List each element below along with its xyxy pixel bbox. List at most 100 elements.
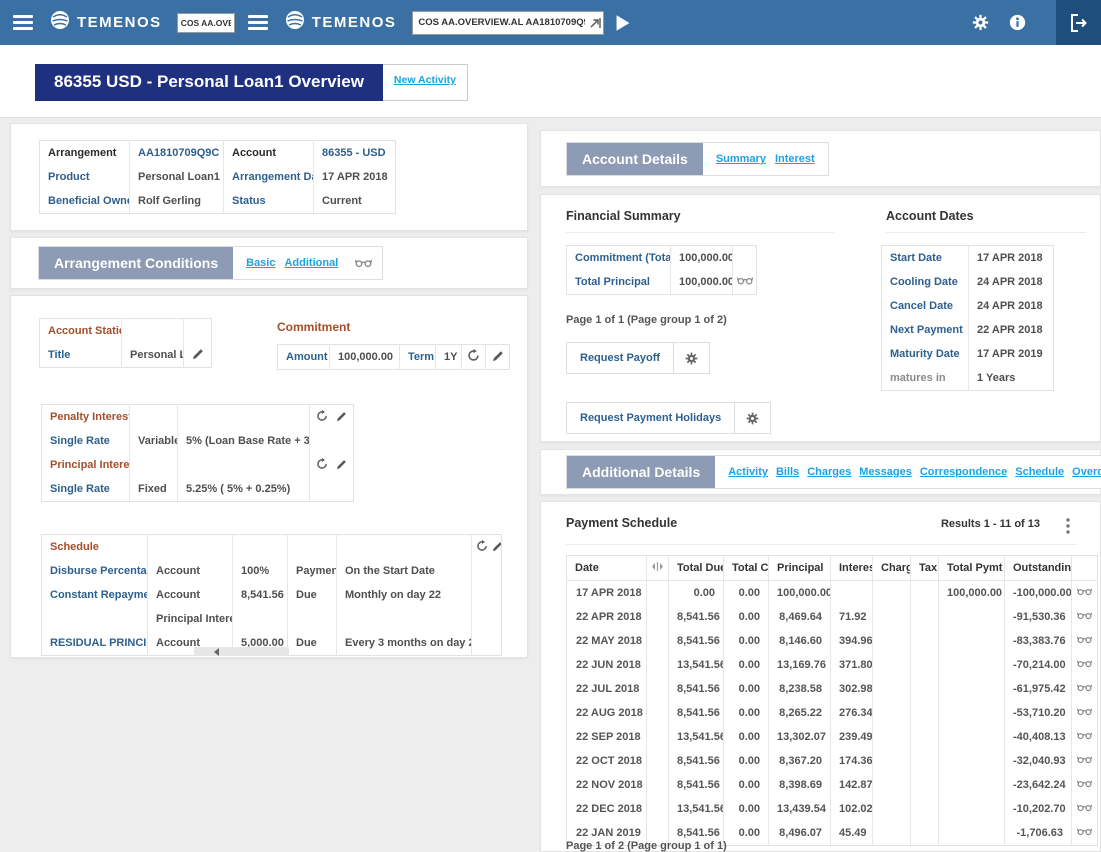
info-label: Status (224, 189, 314, 214)
schedule-property: Principal Interest (148, 607, 233, 631)
command-input[interactable] (412, 11, 604, 35)
settings-gear-icon[interactable] (972, 14, 989, 31)
principal-cell: 8,367.20 (769, 749, 831, 773)
account-details-links: Summary Interest (703, 143, 828, 175)
payment-holidays-gear-icon[interactable] (735, 403, 770, 433)
empty-cell (733, 246, 757, 271)
globe-icon (285, 10, 305, 35)
brand-text: TEMENOS (77, 14, 162, 31)
date-cell: 22 SEP 2018 (567, 725, 647, 749)
view-row-details-icon[interactable] (1072, 821, 1098, 846)
refresh-principal-icon[interactable] (316, 458, 328, 470)
link-activity[interactable]: Activity (728, 466, 768, 478)
account-dates-table: Start Date17 APR 2018Cooling Date24 APR … (881, 245, 1054, 391)
date-value: 17 APR 2019 (969, 342, 1054, 366)
schedule-frequency (337, 607, 472, 631)
spacer-cell (647, 773, 669, 797)
tax-cell (911, 749, 939, 773)
view-row-details-icon[interactable] (1072, 677, 1098, 701)
link-overdue[interactable]: Overdue (1072, 466, 1101, 478)
edit-commitment-icon[interactable] (486, 345, 510, 370)
total-cap-cell: 0.00 (724, 797, 769, 821)
info-icon[interactable] (1009, 14, 1026, 31)
view-row-details-icon[interactable] (1072, 725, 1098, 749)
tax-cell (911, 773, 939, 797)
view-principal-details-icon[interactable] (733, 270, 757, 295)
view-row-details-icon[interactable] (1072, 653, 1098, 677)
info-value: 17 APR 2018 (314, 165, 396, 189)
link-additional[interactable]: Additional (284, 257, 338, 269)
title-label: Title (40, 343, 122, 368)
request-payment-holidays-label: Request Payment Holidays (567, 403, 735, 433)
view-row-details-icon[interactable] (1072, 701, 1098, 725)
view-row-details-icon[interactable] (1072, 581, 1098, 606)
run-command-icon[interactable] (615, 14, 631, 32)
edit-penalty-icon[interactable] (336, 411, 347, 422)
account-static-table: Account Static Title Personal Loan (39, 318, 212, 368)
refresh-penalty-icon[interactable] (316, 410, 328, 422)
link-basic[interactable]: Basic (246, 257, 275, 269)
menu-icon[interactable] (13, 15, 33, 30)
total-due-cell: 8,541.56 (669, 629, 724, 653)
refresh-schedule-icon[interactable] (476, 540, 488, 552)
edit-principal-icon[interactable] (336, 459, 347, 470)
total-principal-value: 100,000.00 (671, 270, 733, 295)
total-pymt-cell (939, 725, 1005, 749)
menu-icon-2[interactable] (248, 15, 268, 30)
refresh-commitment-icon[interactable] (462, 345, 486, 370)
scroll-left-icon[interactable] (214, 648, 219, 656)
request-payoff-label: Request Payoff (567, 343, 674, 373)
total-cap-cell: 0.00 (724, 821, 769, 846)
penalty-actions (310, 405, 354, 430)
schedule-label: RESIDUAL PRINCIPAL (42, 631, 148, 656)
command-submit-icon[interactable] (589, 16, 601, 34)
request-payment-holidays-button[interactable]: Request Payment Holidays (566, 402, 771, 434)
financial-summary-heading: Financial Summary (566, 209, 834, 233)
table-header-row: Date Total Due Total Cap Principal Inter… (567, 556, 1098, 581)
horizontal-scrollbar[interactable] (194, 647, 289, 656)
view-row-details-icon[interactable] (1072, 629, 1098, 653)
principal-cell: 13,439.54 (769, 797, 831, 821)
link-charges[interactable]: Charges (807, 466, 851, 478)
column-freeze-icon[interactable] (647, 556, 669, 581)
arrangement-info-table: ArrangementAA1810709Q9CAccount86355 - US… (39, 140, 396, 214)
schedule-type: Payment (288, 559, 337, 583)
payoff-gear-icon[interactable] (674, 343, 709, 373)
request-payoff-button[interactable]: Request Payoff (566, 342, 710, 374)
arrangement-info-card: ArrangementAA1810709Q9CAccount86355 - US… (10, 123, 528, 231)
link-schedule[interactable]: Schedule (1015, 466, 1064, 478)
col-header-tax: Tax (911, 556, 939, 581)
schedule-type (288, 607, 337, 631)
charge-cell (873, 797, 911, 821)
payment-schedule-heading: Payment Schedule (566, 516, 677, 530)
charge-cell (873, 749, 911, 773)
sign-out-icon[interactable] (1056, 0, 1101, 45)
link-interest[interactable]: Interest (775, 153, 815, 165)
charge-cell (873, 581, 911, 606)
table-row: Cooling Date24 APR 2018 (882, 270, 1054, 294)
view-row-details-icon[interactable] (1072, 749, 1098, 773)
view-row-details-icon[interactable] (1072, 605, 1098, 629)
info-value: Rolf Gerling (130, 189, 224, 214)
command-input-small[interactable] (177, 13, 235, 33)
link-summary[interactable]: Summary (716, 153, 766, 165)
amount-value: 100,000.00 (330, 345, 400, 370)
col-header-total-due: Total Due (669, 556, 724, 581)
view-row-details-icon[interactable] (1072, 773, 1098, 797)
link-bills[interactable]: Bills (776, 466, 799, 478)
table-menu-icon[interactable] (1064, 516, 1072, 541)
table-row: 22 APR 20188,541.560.008,469.6471.92-91,… (567, 605, 1098, 629)
edit-schedule-icon[interactable] (492, 541, 502, 552)
schedule-table: Schedule Disburse PercentageAccount100%P… (41, 534, 502, 656)
charge-cell (873, 629, 911, 653)
edit-title-icon[interactable] (184, 343, 212, 368)
view-row-details-icon[interactable] (1072, 797, 1098, 821)
link-messages[interactable]: Messages (859, 466, 912, 478)
col-header-total-cap: Total Cap (724, 556, 769, 581)
interest-cell: 142.87 (831, 773, 873, 797)
charge-cell (873, 773, 911, 797)
new-activity-link[interactable]: New Activity (394, 74, 456, 86)
link-correspondence[interactable]: Correspondence (920, 466, 1007, 478)
interest-cell: 394.96 (831, 629, 873, 653)
view-conditions-icon[interactable] (355, 247, 372, 279)
